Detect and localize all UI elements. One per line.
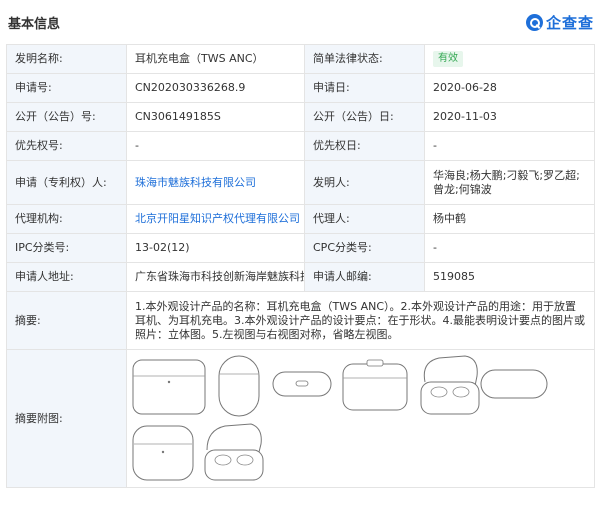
postcode-value: 519085	[424, 262, 595, 292]
abstract-figures	[127, 352, 594, 486]
applicant-label: 申请（专利权）人:	[6, 160, 127, 205]
figures-cell	[126, 349, 595, 488]
priority-value: -	[126, 131, 305, 161]
figure-side-view[interactable]	[217, 354, 261, 418]
figure-bottom-view[interactable]	[271, 370, 333, 398]
appdate-value: 2020-06-28	[424, 73, 595, 103]
status-badge: 有效	[433, 51, 463, 67]
name-label: 发明名称:	[6, 44, 127, 74]
inventor-value: 华海良;杨大鹏;刁毅飞;罗乙超;曾龙;何锦波	[424, 160, 595, 205]
table-row: 摘要附图:	[6, 349, 595, 488]
prioritydate-label: 优先权日:	[304, 131, 425, 161]
ipc-label: IPC分类号:	[6, 233, 127, 263]
status-cell: 有效	[424, 44, 595, 74]
priority-label: 优先权号:	[6, 131, 127, 161]
section-title: 基本信息	[8, 17, 61, 32]
agency-label: 代理机构:	[6, 204, 127, 234]
figure-perspective-view[interactable]	[131, 424, 195, 482]
cpc-value: -	[424, 233, 595, 263]
section-header: 基本信息 企查查	[0, 0, 600, 44]
appno-value: CN202030336268.9	[126, 73, 305, 103]
pubdate-value: 2020-11-03	[424, 102, 595, 132]
patent-info-table: 发明名称: 耳机充电盒（TWS ANC） 简单法律状态: 有效 申请号: CN2…	[6, 44, 595, 488]
table-row: 优先权号: - 优先权日: -	[6, 131, 595, 161]
agent-value: 杨中鹤	[424, 204, 595, 234]
abstract-label: 摘要:	[6, 291, 127, 350]
postcode-label: 申请人邮编:	[304, 262, 425, 292]
pubdate-label: 公开（公告）日:	[304, 102, 425, 132]
applicant-link[interactable]: 珠海市魅族科技有限公司	[135, 176, 256, 189]
agency-link[interactable]: 北京开阳星知识产权代理有限公司	[135, 212, 300, 225]
figure-rear-view[interactable]	[479, 368, 549, 400]
inventor-label: 发明人:	[304, 160, 425, 205]
logo-text: 企查查	[545, 14, 594, 32]
table-row: 申请（专利权）人: 珠海市魅族科技有限公司 发明人: 华海良;杨大鹏;刁毅飞;罗…	[6, 160, 595, 205]
appno-label: 申请号:	[6, 73, 127, 103]
status-label: 简单法律状态:	[304, 44, 425, 74]
table-row: 发明名称: 耳机充电盒（TWS ANC） 简单法律状态: 有效	[6, 44, 595, 74]
table-row: IPC分类号: 13-02(12) CPC分类号: -	[6, 233, 595, 263]
pubno-label: 公开（公告）号:	[6, 102, 127, 132]
cpc-label: CPC分类号:	[304, 233, 425, 263]
appdate-label: 申请日:	[304, 73, 425, 103]
abstract-value: 1.本外观设计产品的名称：耳机充电盒（TWS ANC）。2.本外观设计产品的用途…	[126, 291, 595, 350]
agent-label: 代理人:	[304, 204, 425, 234]
name-value: 耳机充电盒（TWS ANC）	[126, 44, 305, 74]
table-row: 摘要: 1.本外观设计产品的名称：耳机充电盒（TWS ANC）。2.本外观设计产…	[6, 291, 595, 350]
table-row: 申请人地址: 广东省珠海市科技创新海岸魅族科技楼 申请人邮编: 519085	[6, 262, 595, 292]
agency-cell: 北京开阳星知识产权代理有限公司	[126, 204, 305, 234]
figures-label: 摘要附图:	[6, 349, 127, 488]
prioritydate-value: -	[424, 131, 595, 161]
table-row: 公开（公告）号: CN306149185S 公开（公告）日: 2020-11-0…	[6, 102, 595, 132]
figure-top-view[interactable]	[341, 358, 409, 412]
qichacha-logo[interactable]: 企查查	[525, 12, 594, 33]
address-label: 申请人地址:	[6, 262, 127, 292]
search-logo-icon	[525, 14, 543, 31]
applicant-cell: 珠海市魅族科技有限公司	[126, 160, 305, 205]
figure-front-view[interactable]	[131, 358, 207, 416]
ipc-value: 13-02(12)	[126, 233, 305, 263]
table-row: 代理机构: 北京开阳星知识产权代理有限公司 代理人: 杨中鹤	[6, 204, 595, 234]
address-value: 广东省珠海市科技创新海岸魅族科技楼	[126, 262, 305, 292]
figure-open-view[interactable]	[417, 352, 483, 418]
pubno-value: CN306149185S	[126, 102, 305, 132]
figure-open-perspective-view[interactable]	[201, 420, 267, 484]
table-row: 申请号: CN202030336268.9 申请日: 2020-06-28	[6, 73, 595, 103]
